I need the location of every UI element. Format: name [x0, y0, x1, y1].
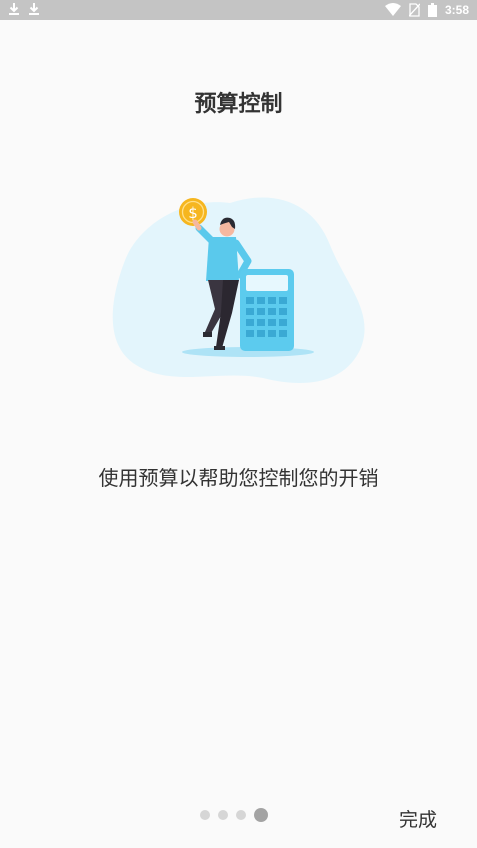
svg-text:$: $ — [188, 204, 198, 222]
page-indicator — [200, 808, 268, 822]
page-dot — [200, 810, 210, 820]
wifi-icon — [384, 3, 401, 16]
page-title: 预算控制 — [194, 92, 283, 117]
status-time: 3:58 — [444, 3, 469, 17]
status-left-icons — [8, 2, 40, 16]
page-caption: 使用预算以帮助您控制您的开销 — [98, 466, 379, 490]
status-bar: 3:58 — [0, 0, 477, 20]
download-icon — [29, 3, 39, 15]
status-right-icons: 3:58 — [384, 1, 469, 19]
person-coin-calculator-illustration: $ — [112, 197, 365, 384]
download-icon — [9, 3, 19, 15]
calculator-icon — [240, 269, 294, 351]
page-dot-active — [254, 808, 268, 822]
page-dot — [218, 810, 228, 820]
done-button[interactable]: 完成 — [399, 805, 437, 832]
page-dot — [236, 810, 246, 820]
no-sim-icon — [408, 3, 420, 17]
battery-icon — [427, 3, 437, 17]
